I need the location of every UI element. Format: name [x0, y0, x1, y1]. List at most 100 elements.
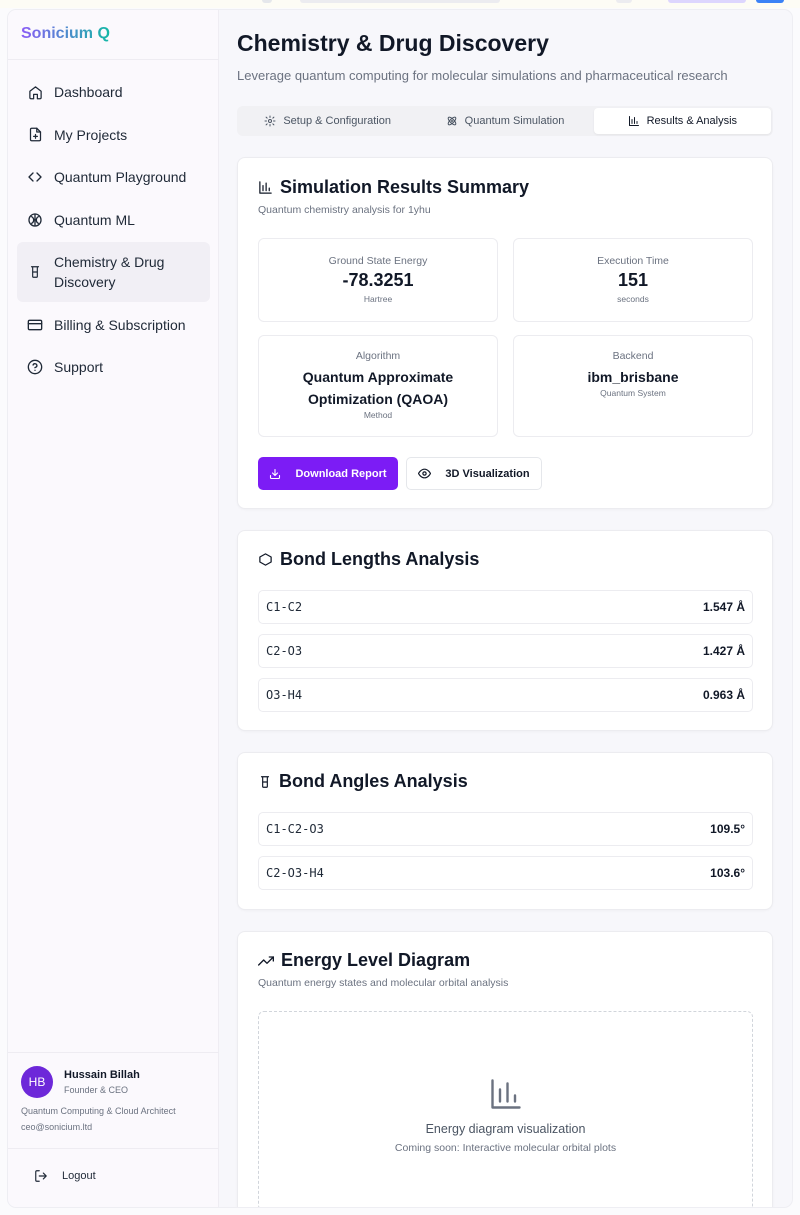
- 3d-visualization-button[interactable]: 3D Visualization: [406, 457, 542, 490]
- metric-unit: Quantum System: [600, 388, 666, 398]
- logout-icon: [34, 1169, 48, 1183]
- card-title-text: Energy Level Diagram: [281, 950, 471, 970]
- bond-value: 1.427 Å: [702, 644, 745, 658]
- sidebar-item-support[interactable]: Support: [17, 347, 210, 387]
- bar-chart-icon: [258, 180, 273, 195]
- sidebar-item-dashboard[interactable]: Dashboard: [17, 72, 210, 112]
- download-report-button[interactable]: Download Report: [258, 457, 398, 490]
- brain-icon: [27, 212, 43, 228]
- metric-label: Backend: [612, 350, 654, 362]
- sidebar-item-label: Dashboard: [54, 84, 123, 100]
- table-row: C1-C2 1.547 Å: [258, 590, 753, 624]
- metric-value: 151: [617, 270, 649, 290]
- top-fragment: [616, 0, 632, 3]
- bond-lengths-card: Bond Lengths Analysis C1-C2 1.547 Å C2-O…: [237, 530, 773, 731]
- bond-value: 1.547 Å: [702, 600, 745, 614]
- results-summary-card: Simulation Results Summary Quantum chemi…: [237, 157, 773, 509]
- table-row: C2-O3 1.427 Å: [258, 634, 753, 668]
- metric-unit: Method: [363, 410, 393, 420]
- card-title: Bond Angles Analysis: [258, 771, 468, 792]
- top-button-fragment: [668, 0, 746, 3]
- card-subtitle: Quantum energy states and molecular orbi…: [258, 977, 509, 989]
- metric-label: Ground State Energy: [328, 255, 428, 267]
- help-circle-icon: [27, 359, 43, 375]
- angle-name: C2-O3-H4: [266, 866, 324, 880]
- table-row: C2-O3-H4 103.6°: [258, 856, 753, 890]
- avatar[interactable]: HB: [21, 1066, 53, 1098]
- sidebar: Sonicium Q Dashboard My Projects Quantum…: [8, 10, 219, 1207]
- brand-logo[interactable]: Sonicium Q: [21, 25, 110, 43]
- sidebar-item-chemistry-drug-discovery[interactable]: Chemistry & Drug Discovery: [17, 242, 210, 302]
- page-title: Chemistry & Drug Discovery: [237, 30, 549, 56]
- divider: [8, 1148, 219, 1149]
- metric-algorithm: Algorithm Quantum Approximate Optimizati…: [258, 335, 498, 437]
- profile-name: Hussain Billah: [64, 1069, 140, 1081]
- browser-top-edge: [0, 0, 800, 8]
- page-subtitle: Leverage quantum computing for molecular…: [237, 68, 728, 83]
- card-title: Simulation Results Summary: [258, 177, 529, 198]
- card-title-text: Bond Lengths Analysis: [280, 549, 480, 569]
- sidebar-item-label: Billing & Subscription: [54, 316, 186, 333]
- logout-label: Logout: [62, 1170, 96, 1182]
- logout-button[interactable]: Logout: [34, 1169, 96, 1183]
- trending-up-icon: [258, 953, 274, 969]
- metric-unit: seconds: [617, 294, 649, 304]
- settings-icon: [264, 115, 276, 127]
- tab-label: Setup & Configuration: [283, 115, 391, 127]
- sidebar-item-my-projects[interactable]: My Projects: [17, 115, 210, 155]
- bar-chart-icon: [488, 1076, 524, 1117]
- placeholder-subtitle: Coming soon: Interactive molecular orbit…: [394, 1142, 617, 1154]
- tab-results-analysis[interactable]: Results & Analysis: [593, 108, 771, 134]
- tab-bar: Setup & Configuration Quantum Simulation…: [237, 106, 773, 136]
- code-icon: [27, 169, 43, 185]
- bond-angles-card: Bond Angles Analysis C1-C2-O3 109.5° C2-…: [237, 752, 773, 910]
- bond-name: C2-O3: [266, 644, 303, 658]
- beaker-icon: [258, 775, 272, 789]
- energy-diagram-placeholder: Energy diagram visualization Coming soon…: [258, 1011, 753, 1207]
- profile-role: Founder & CEO: [64, 1085, 129, 1095]
- placeholder-title: Energy diagram visualization: [425, 1122, 586, 1136]
- angle-name: C1-C2-O3: [266, 822, 324, 836]
- metric-label: Algorithm: [355, 350, 401, 362]
- button-label: 3D Visualization: [445, 467, 530, 480]
- sidebar-item-label: Quantum Playground: [54, 169, 187, 185]
- metric-value: ibm_brisbane: [587, 369, 679, 385]
- tab-label: Results & Analysis: [646, 115, 738, 127]
- sidebar-item-label: My Projects: [54, 126, 128, 143]
- sidebar-item-quantum-playground[interactable]: Quantum Playground: [17, 157, 210, 197]
- profile-title: Quantum Computing & Cloud Architect: [21, 1106, 176, 1116]
- top-fragment: [262, 0, 272, 3]
- card-title-text: Bond Angles Analysis: [279, 771, 468, 791]
- card-subtitle: Quantum chemistry analysis for 1yhu: [258, 204, 431, 216]
- metric-value: -78.3251: [342, 270, 414, 290]
- tab-setup-configuration[interactable]: Setup & Configuration: [239, 108, 416, 134]
- sidebar-nav: Dashboard My Projects Quantum Playground…: [17, 72, 210, 390]
- tab-quantum-simulation[interactable]: Quantum Simulation: [416, 108, 593, 134]
- table-row: C1-C2-O3 109.5°: [258, 812, 753, 846]
- metric-execution-time: Execution Time 151 seconds: [513, 238, 753, 322]
- profile-email: ceo@sonicium.ltd: [21, 1122, 93, 1132]
- metric-backend: Backend ibm_brisbane Quantum System: [513, 335, 753, 437]
- sidebar-item-quantum-ml[interactable]: Quantum ML: [17, 200, 210, 240]
- atom-icon: [446, 115, 458, 127]
- angle-value: 109.5°: [710, 822, 745, 836]
- card-title: Energy Level Diagram: [258, 950, 470, 971]
- app-window: Sonicium Q Dashboard My Projects Quantum…: [8, 10, 792, 1207]
- bond-name: C1-C2: [266, 600, 303, 614]
- home-icon: [27, 84, 43, 100]
- divider: [8, 59, 219, 60]
- sidebar-item-label: Quantum ML: [54, 211, 135, 228]
- sidebar-item-billing-subscription[interactable]: Billing & Subscription: [17, 305, 210, 345]
- divider: [8, 1052, 219, 1053]
- button-label: Download Report: [295, 467, 387, 480]
- sidebar-item-label: Chemistry & Drug Discovery: [54, 254, 165, 290]
- bar-chart-icon: [628, 115, 640, 127]
- top-search-fragment: [300, 0, 500, 3]
- hexagon-icon: [258, 552, 273, 567]
- file-plus-icon: [27, 127, 43, 143]
- table-row: O3-H4 0.963 Å: [258, 678, 753, 712]
- sidebar-item-label: Support: [54, 359, 104, 375]
- beaker-icon: [27, 264, 43, 280]
- download-icon: [269, 468, 281, 480]
- tab-label: Quantum Simulation: [464, 115, 565, 127]
